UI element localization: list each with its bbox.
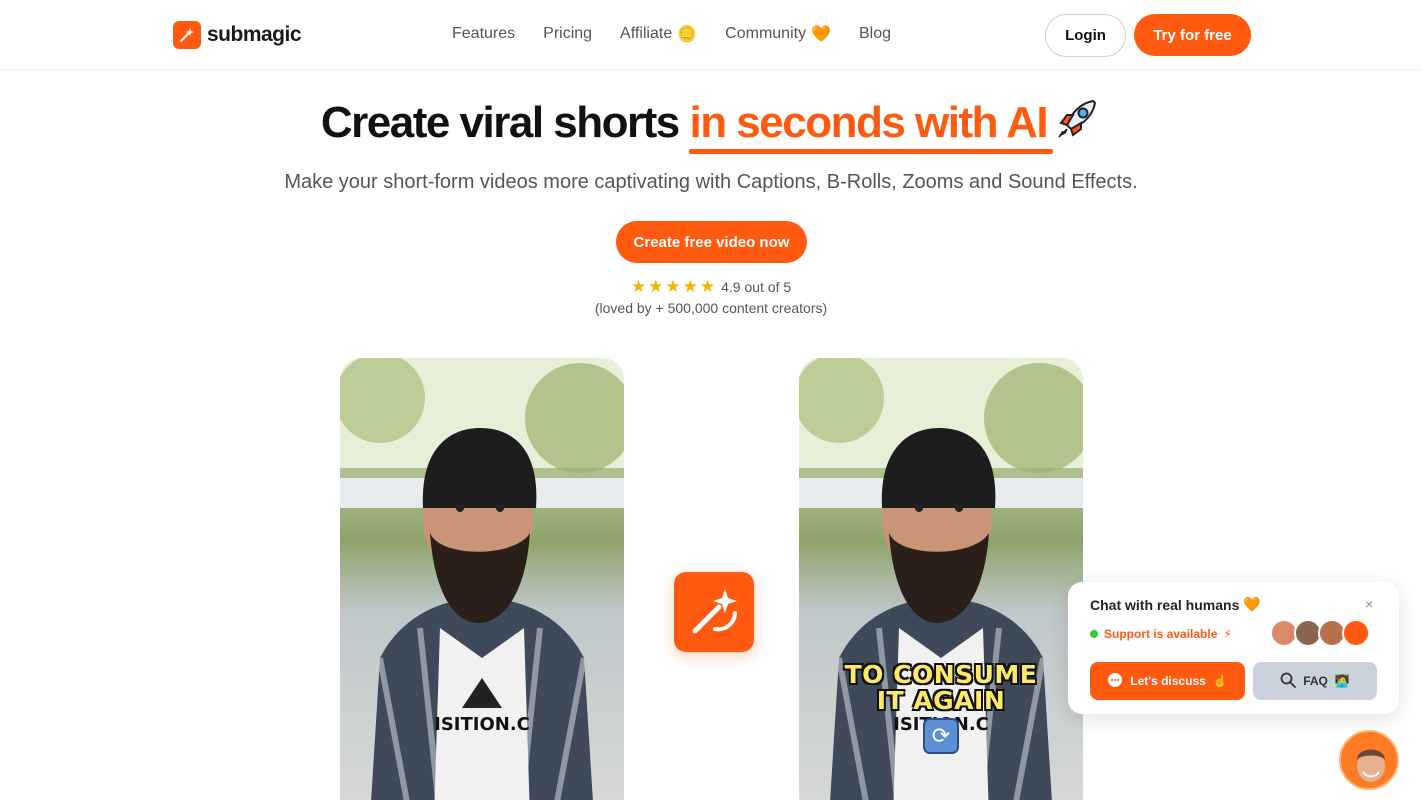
star-rating: ★ ★ ★ ★ ★ [631, 278, 715, 295]
lightning-icon: ⚡ [1223, 627, 1232, 641]
nav-label: Blog [858, 25, 892, 42]
brand-name: submagic [207, 23, 302, 46]
star-icon: ★ [682, 277, 698, 296]
magic-wand-icon [674, 572, 754, 652]
faq-label: FAQ [1303, 674, 1328, 688]
hero-title-plain: Create viral shorts [320, 98, 690, 147]
support-avatars [1270, 619, 1370, 647]
nav-links: Features Pricing Affiliate 🪙 Community 🧡 B… [452, 24, 891, 44]
support-status: Support is available ⚡ [1090, 627, 1232, 641]
online-dot-icon [1090, 630, 1098, 638]
nav-label: Pricing [543, 25, 593, 42]
hero-title-accent: in seconds with AI [689, 98, 1053, 154]
search-icon [1280, 672, 1297, 691]
nav-community-link[interactable]: Community 🧡 [725, 24, 831, 44]
video-caption-line1: TO CONSUME [844, 660, 1038, 689]
nav-features-link[interactable]: Features [452, 24, 515, 44]
try-for-free-button[interactable]: Try for free [1134, 14, 1251, 56]
video-caption-line2: IT AGAIN [876, 686, 1006, 715]
lets-discuss-button[interactable]: Let's discuss ☝ [1090, 662, 1245, 700]
nav-label: Community [725, 25, 807, 42]
close-icon[interactable]: × [1365, 596, 1373, 612]
rating-text: 4.9 out of 5 [721, 278, 792, 295]
nav-affiliate-link[interactable]: Affiliate 🪙 [620, 24, 697, 44]
chat-bubble-icon [1107, 672, 1123, 691]
rocket-icon [1053, 95, 1101, 154]
technologist-icon: 🧑‍💻 [1334, 674, 1350, 688]
video-after[interactable]: ISITION.C TO CONSUME IT AGAIN ⟳ [799, 358, 1083, 800]
nav-blog-link[interactable]: Blog [859, 24, 891, 44]
magic-wand-icon [173, 21, 201, 49]
faq-button[interactable]: FAQ 🧑‍💻 [1253, 662, 1377, 700]
chat-title-text: Chat with real humans [1090, 596, 1240, 613]
star-icon: ★ [699, 277, 716, 296]
hero-title: Create viral shorts in seconds with AI [0, 95, 1422, 154]
repeat-icon: ⟳ [923, 718, 959, 754]
nav-label: Features [452, 25, 516, 42]
speaker-illustration: ISITION.C [340, 358, 624, 800]
rating-row: ★ ★ ★ ★ ★ 4.9 out of 5 [0, 278, 1422, 295]
star-icon: ★ [648, 277, 664, 296]
nav-label: Affiliate [620, 25, 673, 42]
nav-pricing-link[interactable]: Pricing [543, 24, 592, 44]
pointing-hand-icon: ☝ [1212, 674, 1228, 688]
hero-subtitle: Make your short-form videos more captiva… [284, 171, 1138, 193]
loved-by-text: (loved by + 500,000 content creators) [594, 300, 828, 316]
top-nav: submagic Features Pricing Affiliate 🪙 Com… [0, 0, 1422, 70]
chat-title: Chat with real humans 🧡 [1090, 596, 1261, 613]
star-icon: ★ [665, 277, 681, 296]
agent-face-icon [1341, 732, 1397, 788]
chat-widget: Chat with real humans 🧡 × Support is ava… [1068, 582, 1399, 714]
submagic-avatar [1342, 619, 1370, 647]
chat-launcher-avatar[interactable] [1339, 730, 1399, 790]
lets-discuss-label: Let's discuss [1130, 674, 1206, 688]
orange-heart-icon: 🧡 [1243, 596, 1261, 612]
orange-heart-icon: 🧡 [811, 26, 831, 43]
login-button[interactable]: Login [1045, 14, 1126, 57]
svg-text:ISITION.C: ISITION.C [434, 714, 530, 735]
coin-icon: 🪙 [677, 26, 698, 43]
submagic-logo[interactable]: submagic [173, 21, 302, 49]
support-text: Support is available [1104, 627, 1218, 641]
star-icon: ★ [630, 277, 647, 296]
video-before[interactable]: ISITION.C [340, 358, 624, 800]
create-free-video-button[interactable]: Create free video now [616, 221, 807, 263]
